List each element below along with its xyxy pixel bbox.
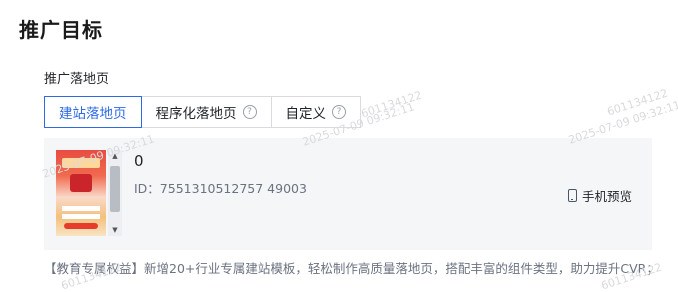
landing-page-label: 推广落地页: [44, 72, 110, 87]
tab-programmatic-landing-page[interactable]: 程序化落地页 ?: [140, 96, 272, 128]
thumbnail-form-field: [62, 214, 100, 219]
watermark-user: 601134122: [359, 88, 424, 121]
question-circle-icon[interactable]: ?: [242, 105, 257, 119]
gift-image: [70, 174, 92, 192]
mobile-preview-label: 手机预览: [581, 189, 632, 204]
scroll-up-arrow-icon[interactable]: ▲: [108, 150, 122, 162]
page-title: 推广目标: [19, 18, 103, 42]
tab-custom[interactable]: 自定义 ?: [270, 96, 361, 128]
thumbnail-submit-button: [64, 223, 98, 229]
scroll-down-arrow-icon[interactable]: ▼: [108, 224, 122, 236]
landing-page-tabs: 建站落地页 程序化落地页 ? 自定义 ?: [44, 96, 361, 128]
question-circle-icon[interactable]: ?: [332, 105, 346, 119]
education-benefit-description: 【教育专属权益】新增20+行业专属建站模板，轻松制作高质量落地页，搭配丰富的组件…: [44, 261, 659, 276]
tab-site-landing-page[interactable]: 建站落地页: [44, 96, 142, 128]
thumbnail-banner: [62, 158, 100, 168]
selected-landing-page-card: ▲ ▼ 0 ID：7551310512757 49003 手机预览: [44, 138, 652, 250]
thumbnail-form-field: [62, 206, 100, 211]
landing-page-thumbnail[interactable]: [56, 150, 106, 236]
mobile-preview-button[interactable]: 手机预览: [567, 186, 632, 205]
tab-label: 自定义: [285, 106, 327, 122]
thumbnail-scrollbar[interactable]: ▲ ▼: [108, 150, 122, 236]
watermark-user: 601134122: [605, 86, 670, 119]
landing-page-id: ID：7551310512757 49003: [134, 181, 307, 196]
scroll-thumb[interactable]: [110, 166, 120, 212]
landing-page-name: 0: [134, 152, 144, 170]
mobile-phone-icon: [567, 189, 577, 202]
tab-label: 程序化落地页: [155, 106, 237, 122]
tab-label: 建站落地页: [59, 106, 127, 122]
